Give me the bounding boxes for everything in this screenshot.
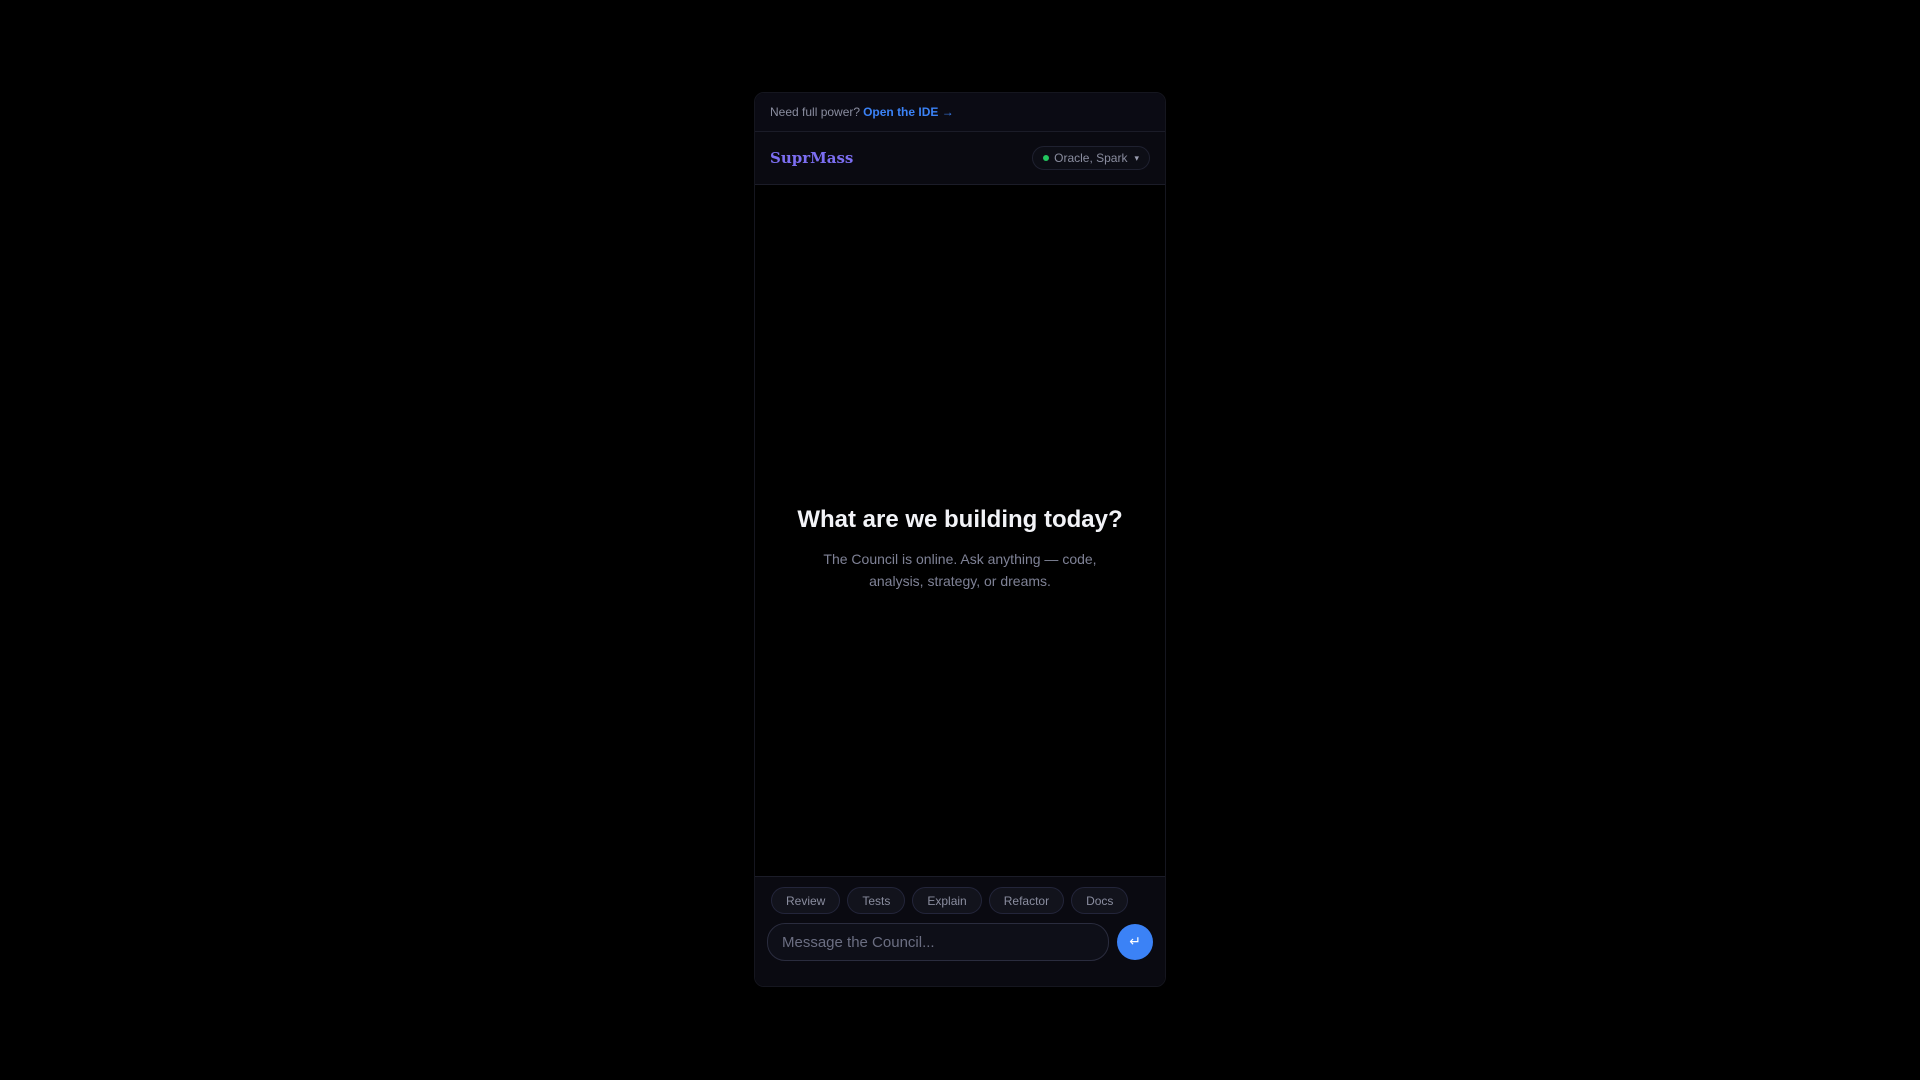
- ide-promo-banner: Need full power? Open the IDE →: [755, 93, 1165, 132]
- chip-tests[interactable]: Tests: [847, 887, 906, 914]
- send-icon: ↵: [1129, 934, 1141, 950]
- open-ide-link[interactable]: Open the IDE →: [863, 105, 954, 119]
- chevron-down-icon: ▾: [1134, 152, 1139, 163]
- chip-docs[interactable]: Docs: [1071, 887, 1129, 914]
- model-selector[interactable]: Oracle, Spark ▾: [1032, 146, 1150, 170]
- send-button[interactable]: ↵: [1117, 924, 1153, 960]
- quick-action-chips: Review Tests Explain Refactor Docs: [767, 887, 1153, 914]
- online-status-dot: [1043, 155, 1050, 161]
- hero-title: What are we building today?: [797, 505, 1123, 533]
- chip-review[interactable]: Review: [771, 887, 841, 914]
- brand-logo[interactable]: SuprMass: [770, 149, 853, 167]
- composer: Review Tests Explain Refactor Docs ↵: [755, 876, 1165, 986]
- model-selector-label: Oracle, Spark: [1054, 151, 1128, 165]
- input-row: ↵: [767, 923, 1153, 961]
- banner-text: Need full power?: [770, 105, 861, 119]
- empty-state: What are we building today? The Council …: [755, 185, 1165, 876]
- hero-subtitle: The Council is online. Ask anything — co…: [823, 550, 1097, 589]
- chip-explain[interactable]: Explain: [912, 887, 982, 914]
- chat-window: Need full power? Open the IDE → SuprMass…: [754, 92, 1166, 987]
- message-input[interactable]: [767, 923, 1110, 961]
- chip-refactor[interactable]: Refactor: [988, 887, 1065, 914]
- app-header: SuprMass Oracle, Spark ▾: [755, 132, 1165, 185]
